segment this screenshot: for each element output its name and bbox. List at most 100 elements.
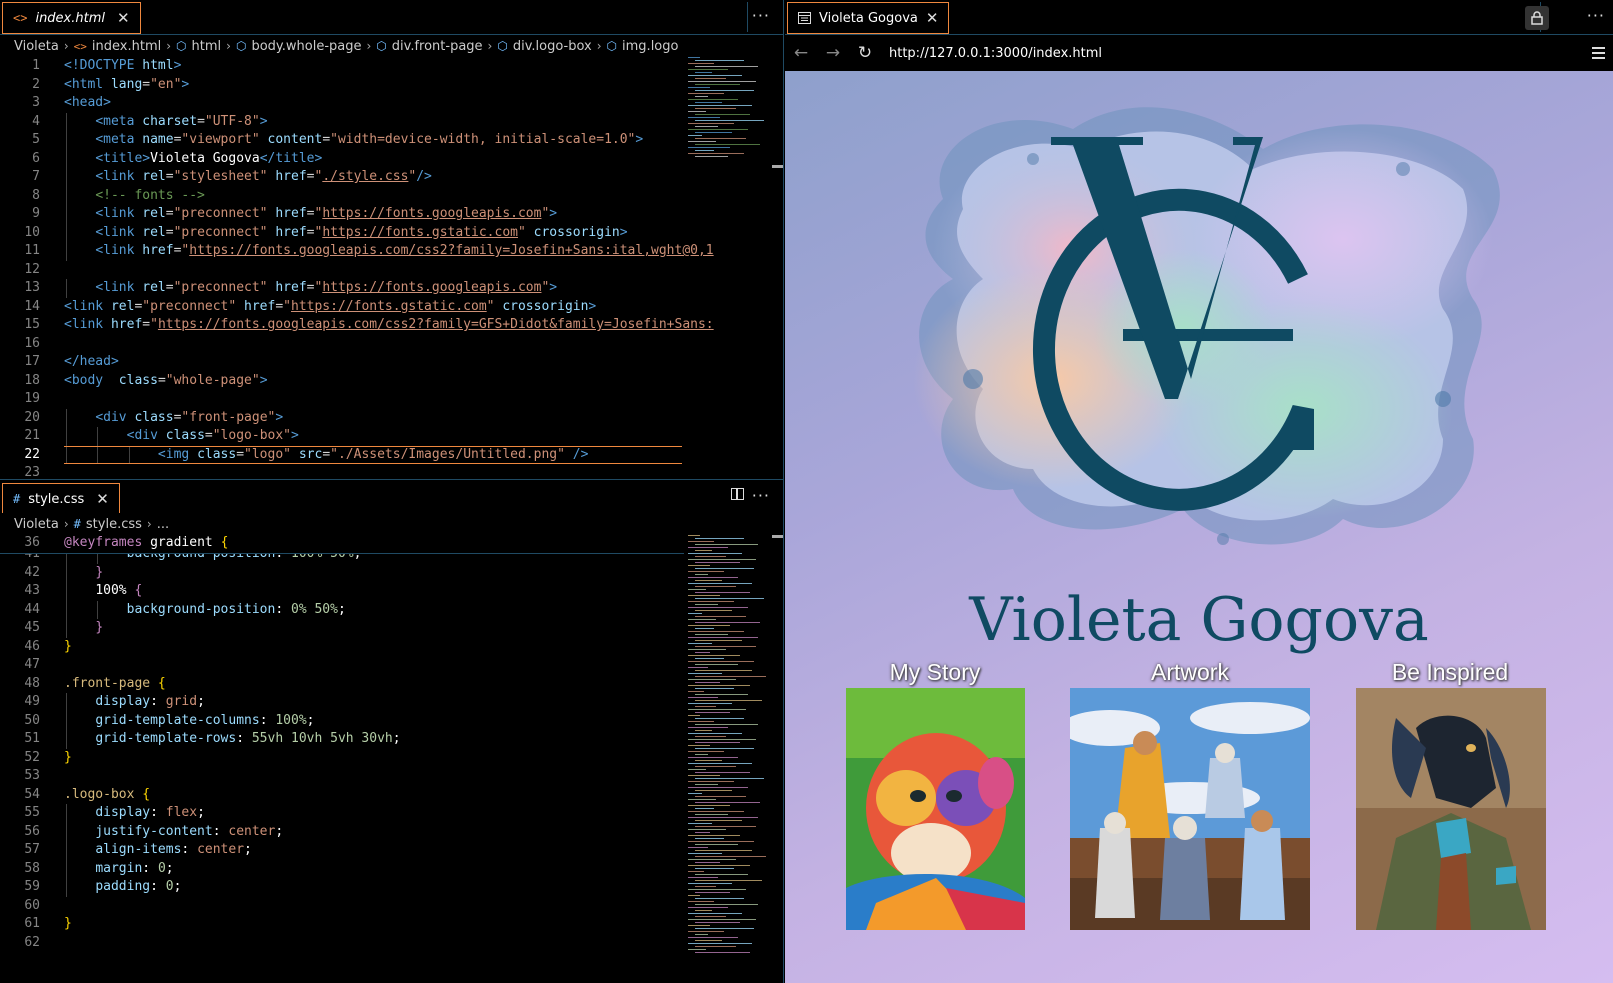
line-number: 50 [24,712,40,728]
card-title-artwork[interactable]: Artwork [1070,659,1310,686]
line-number: 51 [24,731,40,746]
line-number: 10 [24,224,40,240]
code-line: 7 <link rel="stylesheet" href="./style.c… [0,168,700,187]
element-symbol-icon: ⬡ [235,39,247,53]
page-heading: Violeta Gogova [969,585,1429,655]
tab-style-css[interactable]: # style.css ✕ [2,483,120,515]
browser-navbar: ← → ↻ http://127.0.0.1:3000/index.html [785,35,1613,71]
code-text: <link href="https://fonts.googleapis.com… [95,243,714,258]
code-text: <div class="front-page"> [95,409,284,425]
breadcrumb-item[interactable]: div.front-page [392,39,483,54]
vg-logo-image [913,107,1500,545]
dachshund-portrait-painting-image[interactable] [1356,688,1546,930]
card-title-be-inspired[interactable]: Be Inspired [1355,659,1545,686]
breadcrumb-item[interactable]: body.whole-page [251,39,361,54]
code-line: 52} [0,749,700,768]
close-icon[interactable]: ✕ [926,9,939,27]
breadcrumb-item[interactable]: style.css [86,517,142,532]
code-line: 48 .front-page { [0,675,700,694]
code-text: <body class="whole-page"> [64,372,268,388]
more-actions-icon[interactable]: ··· [1587,6,1605,25]
code-line: 22 <img class="logo" src="./Assets/Image… [0,446,700,465]
more-actions-icon[interactable]: ··· [752,6,770,25]
code-text: .logo-box { [64,786,151,802]
line-number: 11 [24,243,40,258]
element-symbol-icon: ⬡ [176,39,187,53]
line-number: 58 [24,860,40,876]
code-line: 19 [0,390,700,409]
html-file-icon: <> [73,39,87,53]
line-number: 5 [32,132,40,147]
line-number: 2 [32,76,40,92]
back-arrow-icon[interactable]: ← [785,43,817,63]
breadcrumb-separator-icon: › [366,39,372,53]
code-line: 1 <!DOCTYPE html> [0,57,700,76]
editor-column: <> index.html ✕ ··· Violeta › <> index.html… [0,0,784,983]
code-line: 46} [0,638,700,657]
code-line: 10 <link rel="preconnect" href="https://… [0,224,700,243]
code-text: display: flex; [95,805,205,820]
code-text: } [95,564,104,580]
breadcrumb: Violeta › # style.css ›... [0,513,784,535]
close-icon[interactable]: ✕ [96,490,109,508]
breadcrumb-separator-icon: › [146,517,152,531]
breadcrumb-item[interactable]: html [192,39,222,54]
code-line: 51 grid-template-rows: 55vh 10vh 5vh 30v… [0,730,700,749]
code-line: 59 padding: 0; [0,878,700,897]
split-editor-icon[interactable] [731,488,744,500]
tab-label: style.css [28,491,85,507]
line-number: 47 [24,657,40,672]
code-line: 44 background-position: 0% 50%; [0,601,700,620]
editor-css[interactable]: 41 background-position: 100% 50%;42 }43 … [0,535,784,983]
reload-icon[interactable]: ↻ [849,43,881,63]
line-number: 9 [32,206,40,221]
panel-divider[interactable] [783,0,784,983]
tab-violeta-gogova[interactable]: Violeta Gogova ✕ [787,2,950,34]
browser-panel: Violeta Gogova ✕ ··· ← → ↻ http://127.0.… [785,0,1613,983]
more-actions-icon[interactable]: ··· [752,486,770,505]
code-line: 49 display: grid; [0,693,700,712]
line-number: 4 [32,113,40,129]
breadcrumb: Violeta › <> index.html › ⬡ html › ⬡ body.whole-p… [0,35,784,57]
tab-index-html[interactable]: <> index.html ✕ [2,2,141,34]
line-number: 42 [24,564,40,580]
forward-arrow-icon[interactable]: → [817,43,849,63]
breadcrumb-item[interactable]: div.logo-box [513,39,592,54]
code-line: 4 <meta charset="UTF-8"> [0,113,700,132]
code-text: 100% { [95,583,143,598]
code-line: 6 <title>Violeta Gogova</title> [0,150,700,169]
hamburger-menu-icon[interactable] [1592,44,1605,62]
code-line: 11 <link href="https://fonts.googleapis.… [0,242,713,261]
code-text: } [64,638,72,654]
code-line: 9 <link rel="preconnect" href="https://f… [0,205,700,224]
breadcrumb-item[interactable]: ... [157,517,169,532]
code-text: <!-- fonts --> [95,187,205,203]
code-text: } [95,620,104,635]
chimpanzee-painting-image[interactable] [846,688,1025,930]
sticky-scroll-header[interactable]: 36 @keyframes gradient { [0,535,684,554]
dogs-in-robes-painting-image[interactable] [1070,688,1310,930]
line-number: 56 [24,823,40,839]
code-text: <html lang="en"> [64,76,190,92]
code-line: 47 [0,656,700,675]
lock-button[interactable] [1525,6,1549,30]
line-number: 19 [24,391,40,406]
breadcrumb-item[interactable]: index.html [92,39,161,54]
breadcrumb-item[interactable]: Violeta [14,39,59,54]
code-line: 13 <link rel="preconnect" href="https://… [0,279,700,298]
line-number: 1 [32,58,40,73]
element-symbol-icon: ⬡ [497,39,508,53]
breadcrumb-item[interactable]: img.logo [622,39,678,54]
editor-html[interactable]: 1 <!DOCTYPE html> 2 <html lang="en"> 3 <head>… [0,57,784,478]
code-line: 50 grid-template-columns: 100%; [0,712,700,731]
address-bar[interactable]: http://127.0.0.1:3000/index.html [889,46,1102,61]
line-number: 59 [24,879,40,894]
breadcrumb-item[interactable]: Violeta [14,517,59,532]
code-line: 15 <link href="https://fonts.googleapis.c… [0,316,713,335]
line-number: 48 [24,675,40,691]
close-icon[interactable]: ✕ [117,9,130,27]
line-number: 18 [24,372,40,388]
card-title-my-story[interactable]: My Story [845,659,1025,686]
code-text: <link href="https://fonts.googleapis.com… [64,317,714,332]
tab-label: index.html [35,10,105,26]
